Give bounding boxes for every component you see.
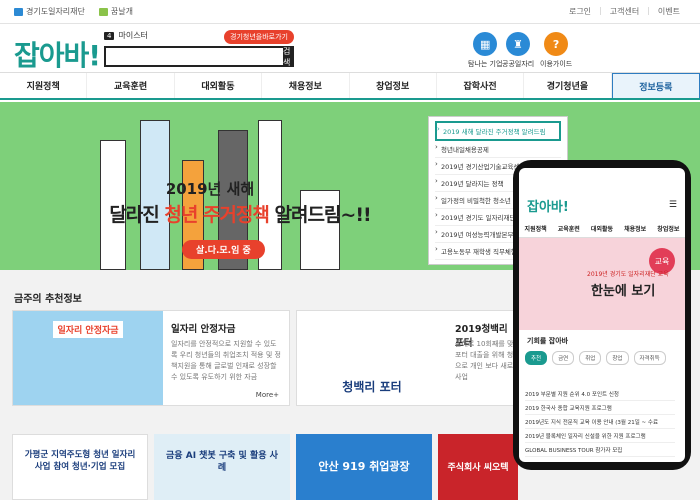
mobile-nav-item[interactable]: 대외활동 <box>591 224 613 233</box>
mobile-section-label: 기회를 잡아바 <box>527 337 569 345</box>
search-input[interactable] <box>106 48 283 65</box>
tile-text: 주식회사 씨오텍 <box>447 463 509 473</box>
quick-guide-label: 이용가이드 <box>540 60 573 68</box>
mobile-list-item[interactable]: 2019 한국사 종합 교육지원 프로그램 <box>525 404 675 415</box>
mobile-list-item[interactable]: 2019년 블록체인 일자리 신설을 위한 지원 프로그램 <box>525 432 675 443</box>
mobile-nav-item[interactable]: 지원정책 <box>525 224 547 233</box>
search-box: 검색 <box>104 46 294 67</box>
mobile-logo: 잡아바! <box>527 200 569 215</box>
foundation-icon <box>14 7 23 16</box>
mobile-nav-item[interactable]: 창업정보 <box>657 224 679 233</box>
promo-tile[interactable]: 금융 AI 챗봇 구축 및 활용 사례 <box>154 434 290 500</box>
mobile-nav: 지원정책 교육훈련 대외활동 채용정보 창업정보 <box>519 220 685 238</box>
quick-company[interactable]: ▦ 탐나는 기업 <box>468 32 502 69</box>
nav-training[interactable]: 교육훈련 <box>87 73 175 98</box>
card-image: 청백리 포터 <box>297 311 447 405</box>
banner-line1: 2019년 새해 <box>165 180 255 198</box>
promo-tile[interactable]: 안산 919 취업광장 <box>296 434 432 500</box>
event-link[interactable]: 이벤트 <box>658 6 680 17</box>
quick-public-label: 공공일자리 <box>502 60 535 68</box>
public-jobs-icon: ♜ <box>506 32 531 56</box>
mobile-screen: 잡아바! ☰ 지원정책 교육훈련 대외활동 채용정보 창업정보 교육 2019년… <box>519 168 685 462</box>
meister-text: 마이스터 <box>118 31 148 40</box>
login-link[interactable]: 로그인 <box>569 6 591 17</box>
banner-line2: 달라진 청년 주거정책 알려드림~!! <box>109 204 371 226</box>
recommend-card[interactable]: 청백리 포터 2019청백리포터 올해로 10회째를 맞이하는 청백리 리포터 … <box>296 310 563 406</box>
chip[interactable]: 창업 <box>606 351 629 365</box>
card-image: 일자리 안정자금 <box>13 311 163 405</box>
banner-list-item[interactable]: 청년내일채용공제 <box>435 141 561 158</box>
section-title: 금주의 추천정보 <box>14 294 82 305</box>
nav-recruit[interactable]: 채용정보 <box>262 73 350 98</box>
mobile-nav-item[interactable]: 채용정보 <box>624 224 646 233</box>
nav-register[interactable]: 정보등록 <box>611 73 700 98</box>
banner-cta-button[interactable]: 살.다.모.임 중 <box>182 240 265 259</box>
more-link[interactable]: More+ <box>256 391 279 399</box>
site-logo[interactable]: 잡아바! <box>14 34 101 74</box>
banner-list-item[interactable]: 2019 새해 달라진 주거정책 알려드림 <box>435 121 561 141</box>
foundation-link[interactable]: 경기도일자리재단 <box>14 6 85 17</box>
mobile-list-item[interactable]: GLOBAL BUSINESS TOUR 참가자 모집 <box>525 446 675 457</box>
nav-dictionary[interactable]: 잡학사전 <box>437 73 525 98</box>
recommend-card[interactable]: 일자리 안정자금 일자리 안정자금 일자리를 안정적으로 지원할 수 있도록 우… <box>12 310 290 406</box>
mobile-preview: 잡아바! ☰ 지원정책 교육훈련 대외활동 채용정보 창업정보 교육 2019년… <box>513 160 691 470</box>
card-title: 일자리 안정자금 <box>171 324 236 335</box>
card-desc: 일자리를 안정적으로 지원할 수 있도록 우리 청년들의 취업조치 적용 및 정… <box>171 340 281 381</box>
mobile-list-item[interactable]: 2019 부문별 지원 순위 4.0 포인트 신청 <box>525 390 675 401</box>
mobile-banner-title: 한눈에 보기 <box>591 284 656 299</box>
nav-startup[interactable]: 창업정보 <box>350 73 437 98</box>
search-area: 4 마이스터 경기청년을바로가기 검색 <box>104 30 294 67</box>
top-utility-bar: 경기도일자리재단 꿈날개 로그인 | 고객센터 | 이벤트 <box>0 0 700 24</box>
dream-icon <box>98 7 108 16</box>
chip[interactable]: 금연 <box>552 351 575 365</box>
support-link[interactable]: 고객센터 <box>610 6 639 17</box>
chip[interactable]: 추천 <box>525 351 548 365</box>
chip[interactable]: 자격취득 <box>633 351 666 365</box>
promo-tile[interactable]: 가평군 지역주도형 청년 일자리 사업 참여 청년·기업 모집 <box>12 434 148 500</box>
nav-gyeonggi-youth[interactable]: 경기청년을 <box>524 73 612 98</box>
nav-policy[interactable]: 지원정책 <box>0 73 88 98</box>
tile-text: 가평군 지역주도형 청년 일자리 사업 참여 청년·기업 모집 <box>24 450 136 472</box>
dream-link[interactable]: 꿈날개 <box>98 6 133 17</box>
mobile-list-item[interactable]: 2019년도 지식 전문직 교육 이용 안내 (3월 21일 ~ 수료 <box>525 418 675 429</box>
nav-activities[interactable]: 대외활동 <box>175 73 263 98</box>
meister-number: 4 <box>104 31 115 40</box>
mobile-banner-sub: 2019년 경기도 일자리재단 교육 <box>587 271 669 278</box>
mobile-chips: 추천 금연 취업 창업 자격취득 <box>525 351 666 365</box>
tile-text: 금융 AI 챗봇 구축 및 활용 사례 <box>166 451 278 473</box>
mobile-nav-item[interactable]: 교육훈련 <box>558 224 580 233</box>
search-button[interactable]: 검색 <box>283 47 292 67</box>
guide-icon: ? <box>544 32 569 56</box>
quick-public-jobs[interactable]: ♜ 공공일자리 <box>502 32 534 69</box>
promo-tile[interactable]: 주식회사 씨오텍 <box>438 434 518 500</box>
chip[interactable]: 취업 <box>579 351 602 365</box>
main-nav: 지원정책 교육훈련 대외활동 채용정보 창업정보 잡학사전 경기청년을 정보등록 <box>0 72 700 100</box>
company-icon: ▦ <box>473 32 498 56</box>
menu-icon[interactable]: ☰ <box>669 200 677 210</box>
tile-text: 안산 919 취업광장 <box>318 460 410 473</box>
youth-link-badge[interactable]: 경기청년을바로가기 <box>224 30 294 44</box>
quick-company-label: 탐나는 기업 <box>468 60 503 68</box>
quick-guide[interactable]: ? 이용가이드 <box>540 32 572 69</box>
